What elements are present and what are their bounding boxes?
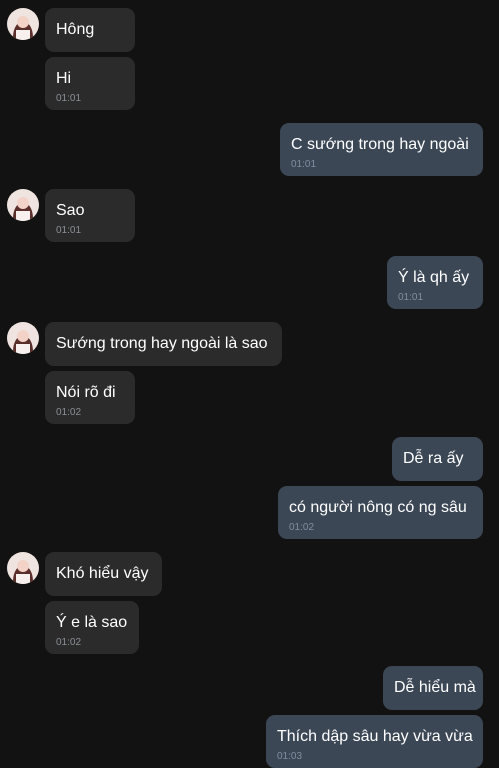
message-time: 01:01 bbox=[56, 93, 82, 104]
message-text: Thích dập sâu hay vừa vừa bbox=[277, 728, 473, 745]
contact-avatar[interactable] bbox=[7, 322, 39, 354]
avatar-photo-icon bbox=[7, 322, 39, 354]
message-bubble-incoming[interactable]: Ý e là sao 01:02 bbox=[45, 601, 139, 654]
message-bubble-outgoing[interactable]: C sướng trong hay ngoài 01:01 bbox=[280, 123, 483, 176]
message-time: 01:01 bbox=[291, 159, 317, 170]
message-text: Nói rõ đi bbox=[56, 384, 116, 401]
message-text: có người nông có ng sâu bbox=[289, 499, 467, 516]
avatar-photo-icon bbox=[7, 8, 39, 40]
contact-avatar[interactable] bbox=[7, 552, 39, 584]
message-text: Sướng trong hay ngoài là sao bbox=[56, 335, 268, 352]
message-time: 01:01 bbox=[398, 292, 424, 303]
message-text: Dễ ra ấy bbox=[403, 450, 464, 467]
message-bubble-incoming[interactable]: Hông bbox=[45, 8, 135, 52]
chat-thread: Hông Hi 01:01 C sướng trong hay ngoài 01… bbox=[0, 0, 499, 768]
message-time: 01:01 bbox=[56, 225, 82, 236]
message-time: 01:02 bbox=[56, 407, 82, 418]
message-text: Khó hiểu vậy bbox=[56, 565, 149, 582]
message-text: Ý là qh ấy bbox=[398, 269, 470, 286]
message-text: C sướng trong hay ngoài bbox=[291, 136, 469, 153]
message-text: Sao bbox=[56, 202, 85, 219]
message-bubble-outgoing[interactable]: Ý là qh ấy 01:01 bbox=[387, 256, 483, 309]
avatar-photo-icon bbox=[7, 189, 39, 221]
message-time: 01:02 bbox=[289, 522, 315, 533]
message-bubble-incoming[interactable]: Sao 01:01 bbox=[45, 189, 135, 242]
message-text: Hi bbox=[56, 70, 72, 87]
message-time: 01:02 bbox=[56, 637, 82, 648]
message-bubble-incoming[interactable]: Sướng trong hay ngoài là sao bbox=[45, 322, 282, 366]
message-bubble-incoming[interactable]: Khó hiểu vậy bbox=[45, 552, 162, 596]
contact-avatar[interactable] bbox=[7, 189, 39, 221]
message-time: 01:03 bbox=[277, 751, 303, 762]
message-bubble-incoming[interactable]: Hi 01:01 bbox=[45, 57, 135, 110]
message-text: Dễ hiểu mà bbox=[394, 679, 476, 696]
contact-avatar[interactable] bbox=[7, 8, 39, 40]
message-text: Ý e là sao bbox=[56, 614, 128, 631]
avatar-photo-icon bbox=[7, 552, 39, 584]
message-bubble-outgoing[interactable]: Dễ hiểu mà bbox=[383, 666, 483, 710]
message-bubble-outgoing[interactable]: Thích dập sâu hay vừa vừa 01:03 bbox=[266, 715, 483, 768]
message-text: Hông bbox=[56, 21, 95, 38]
message-bubble-outgoing[interactable]: Dễ ra ấy bbox=[392, 437, 483, 481]
message-bubble-incoming[interactable]: Nói rõ đi 01:02 bbox=[45, 371, 135, 424]
message-bubble-outgoing[interactable]: có người nông có ng sâu 01:02 bbox=[278, 486, 483, 539]
